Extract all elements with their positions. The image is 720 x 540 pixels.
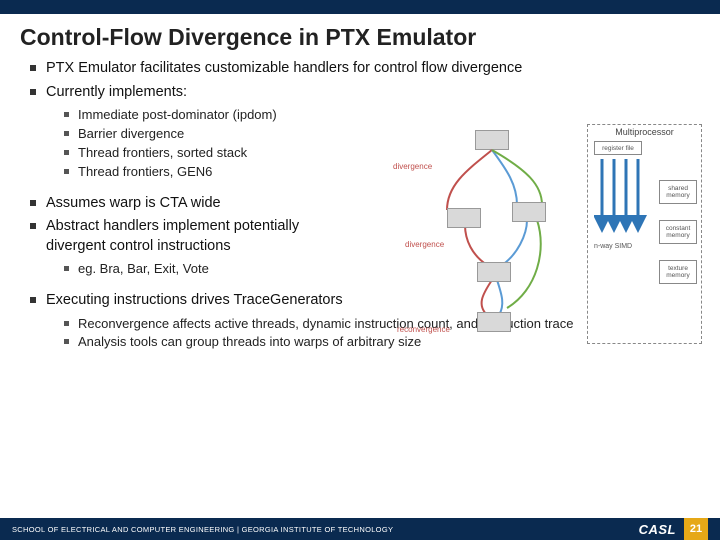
casl-logo: CASL — [639, 522, 676, 537]
bullet-5-text: Executing instructions drives TraceGener… — [46, 292, 343, 308]
node-mid — [477, 262, 511, 282]
simd-arrows-icon — [594, 159, 654, 239]
footer-text: SCHOOL OF ELECTRICAL AND COMPUTER ENGINE… — [12, 525, 393, 534]
bullet-4-text: Abstract handlers implement potentially … — [46, 218, 299, 254]
diagram: divergence divergence reconvergence Mult… — [387, 130, 702, 360]
bullet-2-text: Currently implements: — [46, 84, 187, 100]
multiprocessor-box: Multiprocessor register file n-way SIMD … — [587, 124, 702, 344]
node-left — [447, 208, 481, 228]
simd-label: n-way SIMD — [594, 243, 632, 250]
block-texture: texture memory — [659, 260, 697, 284]
footer-bar: SCHOOL OF ELECTRICAL AND COMPUTER ENGINE… — [0, 518, 720, 540]
sub-ipdom: Immediate post-dominator (ipdom) — [64, 106, 690, 125]
block-const: constant memory — [659, 220, 697, 244]
bullet-4-sub: eg. Bra, Bar, Exit, Vote — [64, 260, 360, 279]
bullet-4: Abstract handlers implement potentially … — [30, 217, 360, 279]
bullet-1: PTX Emulator facilitates customizable ha… — [30, 59, 690, 79]
block-shared: shared memory — [659, 180, 697, 204]
label-divergence-1: divergence — [393, 162, 432, 171]
label-divergence-2: divergence — [405, 240, 444, 249]
footer-right: CASL 21 — [639, 518, 708, 540]
node-right — [512, 202, 546, 222]
mp-title: Multiprocessor — [588, 127, 701, 137]
block-regfile: register file — [594, 141, 642, 155]
top-banner — [0, 0, 720, 14]
node-exit — [477, 312, 511, 332]
sub-eg: eg. Bra, Bar, Exit, Vote — [64, 260, 360, 279]
label-reconvergence: reconvergence — [397, 325, 450, 334]
page-number: 21 — [684, 518, 708, 540]
flow-graph: divergence divergence reconvergence — [397, 130, 587, 355]
slide-title: Control-Flow Divergence in PTX Emulator — [0, 14, 720, 59]
